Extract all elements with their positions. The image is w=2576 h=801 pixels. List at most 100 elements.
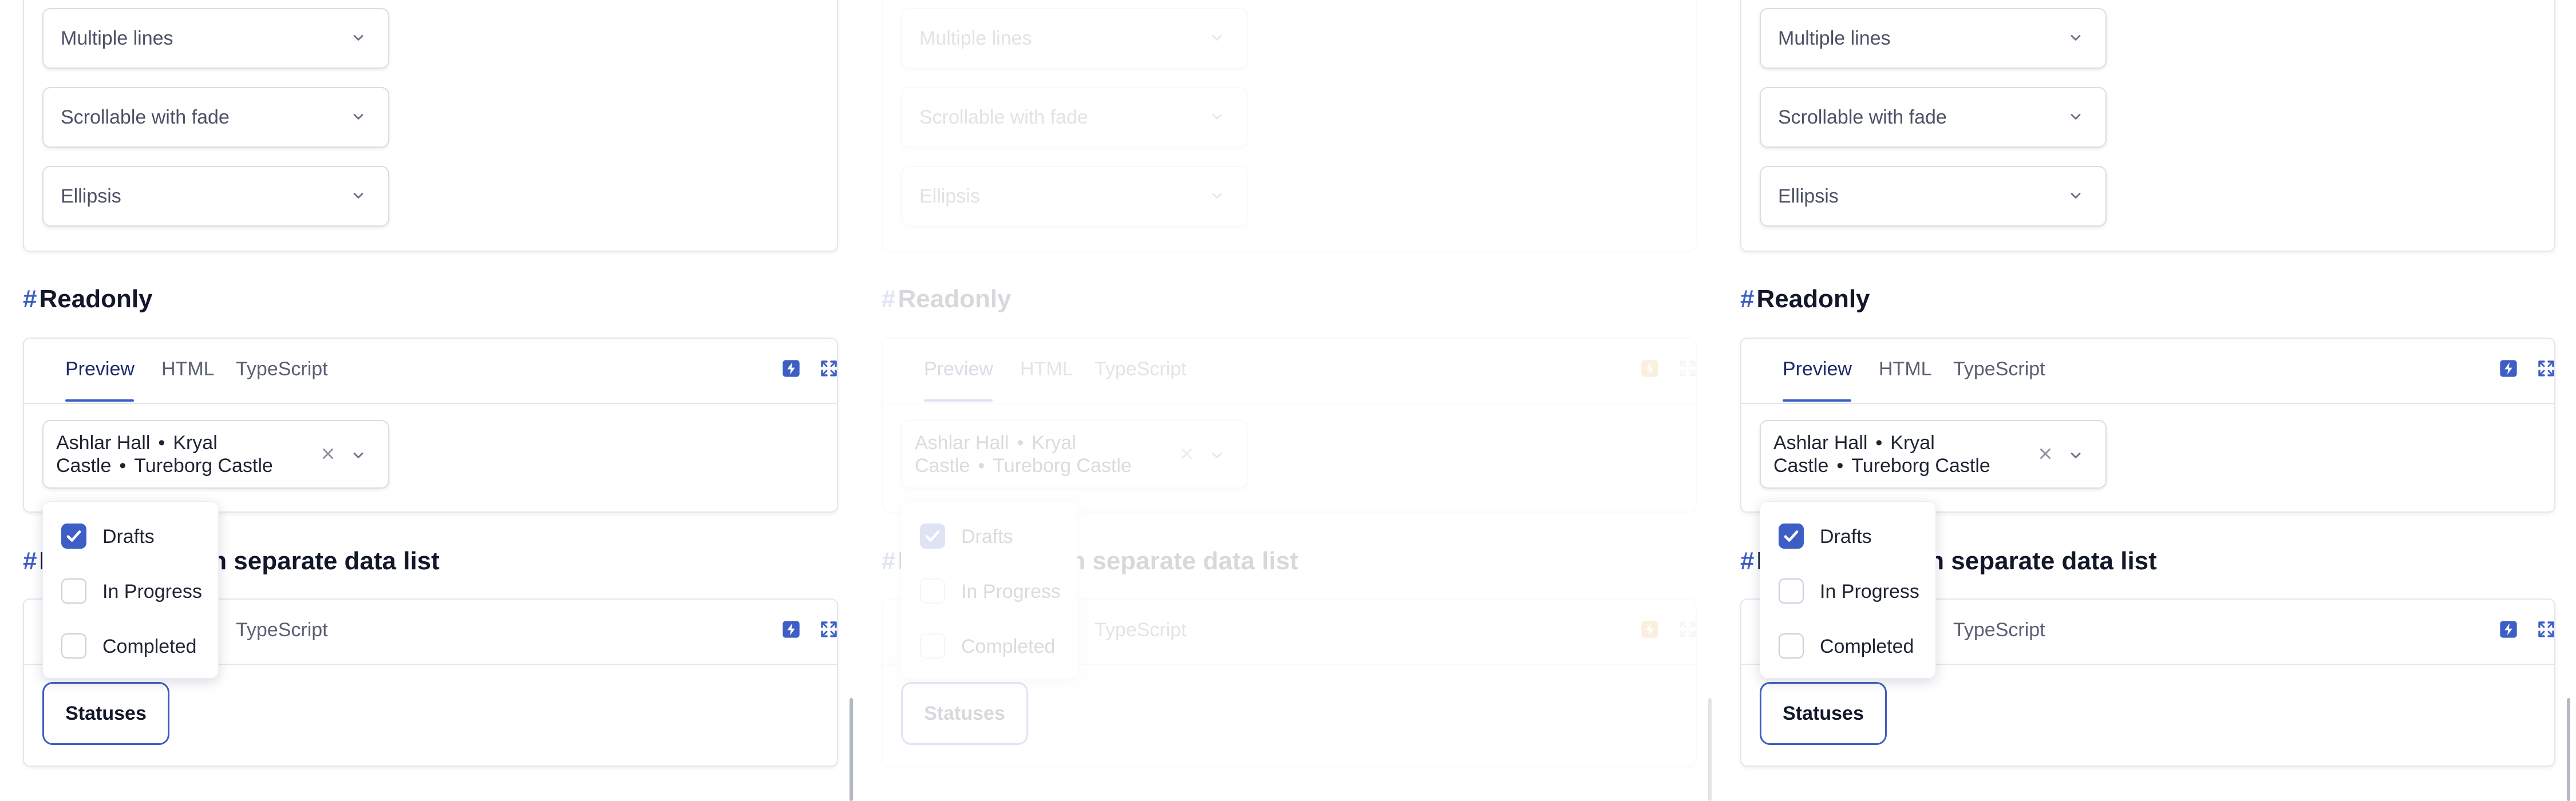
statuses-button[interactable]: Statuses (901, 682, 1028, 745)
tabs: Preview HTML TypeScript (24, 339, 837, 404)
select-2[interactable]: Ellipsis (1760, 166, 2107, 227)
fullscreen-icon[interactable] (2537, 359, 2555, 378)
tab-html[interactable]: HTML (161, 358, 215, 380)
selected-value: Ashlar Hall (1773, 432, 1868, 454)
close-icon[interactable] (2038, 446, 2053, 461)
scrollbar-thumb[interactable] (850, 698, 853, 801)
readonly-multiselect[interactable]: Ashlar Hall • Kryal Castle • Tureborg Castle (901, 420, 1248, 489)
checkbox[interactable] (1779, 633, 1804, 659)
chevron-down-icon[interactable] (350, 447, 366, 463)
select-label: Multiple lines (61, 27, 173, 49)
select-label: Scrollable with fade (1778, 106, 1947, 128)
value-separator: • (1875, 432, 1883, 454)
select-0[interactable]: Multiple lines (1760, 8, 2107, 69)
select-0[interactable]: Multiple lines (901, 8, 1248, 69)
tab-typescript[interactable]: TypeScript (1953, 358, 2045, 380)
close-icon[interactable] (321, 446, 335, 461)
selected-value: Ashlar Hall (56, 432, 151, 454)
fullscreen-icon[interactable] (1678, 359, 1697, 378)
fullscreen-icon[interactable] (820, 620, 838, 639)
option-label: In Progress (961, 581, 1061, 602)
status-dropdown: Drafts In Progress Completed (1760, 501, 1936, 679)
selected-values: Ashlar Hall • Kryal Castle • Tureborg Castle (915, 431, 1167, 477)
chevron-down-icon (1209, 109, 1225, 125)
active-tab-indicator (1783, 399, 1851, 402)
tab-typescript[interactable]: TypeScript (236, 619, 328, 641)
chevron-down-icon (350, 188, 366, 204)
fullscreen-icon[interactable] (1678, 620, 1697, 639)
option-label: Drafts (1820, 526, 1872, 548)
tab-typescript[interactable]: TypeScript (1953, 619, 2045, 641)
hash-icon: # (882, 285, 896, 313)
stackblitz-icon[interactable] (2499, 620, 2518, 639)
select-1[interactable]: Scrollable with fade (1760, 87, 2107, 148)
tab-html[interactable]: HTML (1879, 358, 1932, 380)
fullscreen-icon[interactable] (820, 359, 838, 378)
checkbox[interactable] (61, 578, 86, 604)
checkbox[interactable] (920, 524, 945, 549)
chevron-down-icon (2068, 188, 2084, 204)
checkbox[interactable] (61, 524, 86, 549)
tab-typescript[interactable]: TypeScript (1095, 358, 1187, 380)
chevron-down-icon[interactable] (2068, 447, 2084, 463)
checkbox[interactable] (920, 633, 945, 659)
checkbox[interactable] (1779, 578, 1804, 604)
value-separator: • (978, 455, 985, 477)
status-dropdown: Drafts In Progress Completed (901, 501, 1077, 679)
select-1[interactable]: Scrollable with fade (901, 87, 1248, 148)
select-label: Ellipsis (61, 185, 121, 207)
tabs: Preview HTML TypeScript (883, 339, 1696, 404)
scrollbar-thumb[interactable] (1708, 698, 1712, 801)
selected-value: Tureborg Castle (993, 455, 1132, 477)
option-label: Drafts (102, 526, 155, 548)
stackblitz-icon[interactable] (782, 359, 800, 378)
active-tab-indicator (924, 399, 993, 402)
select-2[interactable]: Ellipsis (42, 166, 389, 227)
stackblitz-icon[interactable] (1641, 359, 1659, 378)
section-heading-readonly: #Readonly (882, 285, 1012, 314)
readonly-multiselect[interactable]: Ashlar Hall • Kryal Castle • Tureborg Castle (42, 420, 389, 489)
tab-html[interactable]: HTML (1020, 358, 1073, 380)
select-label: Scrollable with fade (919, 106, 1088, 128)
readonly-multiselect[interactable]: Ashlar Hall • Kryal Castle • Tureborg Castle (1760, 420, 2107, 489)
option-label: In Progress (102, 581, 202, 602)
statuses-button[interactable]: Statuses (1760, 682, 1887, 745)
statuses-button[interactable]: Statuses (42, 682, 169, 745)
chevron-down-icon (2068, 30, 2084, 46)
chevron-down-icon[interactable] (1209, 447, 1225, 463)
demo-panel: Multiple lines Scrollable with fade Ellips… (859, 0, 1717, 801)
tab-preview[interactable]: Preview (924, 358, 993, 380)
demo-panel: Multiple lines Scrollable with fade Ellips… (0, 0, 859, 801)
select-1[interactable]: Scrollable with fade (42, 87, 389, 148)
checkbox[interactable] (61, 633, 86, 659)
select-label: Ellipsis (1778, 185, 1839, 207)
value-separator: • (1017, 432, 1024, 454)
close-icon[interactable] (1179, 446, 1194, 461)
hash-icon: # (882, 547, 896, 575)
section-heading-readonly: #Readonly (23, 285, 153, 314)
heading-text: Readonly (898, 285, 1012, 313)
tab-preview[interactable]: Preview (1783, 358, 1852, 380)
hash-icon: # (23, 547, 37, 575)
select-2[interactable]: Ellipsis (901, 166, 1248, 227)
heading-text: Readonly (39, 285, 153, 313)
value-separator: • (158, 432, 165, 454)
chevron-down-icon (2068, 109, 2084, 125)
option-label: Drafts (961, 526, 1013, 548)
stackblitz-icon[interactable] (782, 620, 800, 639)
checkbox[interactable] (1779, 524, 1804, 549)
tabs: Preview HTML TypeScript (1741, 339, 2554, 404)
fullscreen-icon[interactable] (2537, 620, 2555, 639)
tab-preview[interactable]: Preview (65, 358, 135, 380)
stackblitz-icon[interactable] (2499, 359, 2518, 378)
value-separator: • (119, 455, 127, 477)
scrollbar-thumb[interactable] (2567, 698, 2570, 801)
select-0[interactable]: Multiple lines (42, 8, 389, 69)
select-label: Multiple lines (919, 27, 1032, 49)
option-label: Completed (102, 636, 197, 657)
tab-typescript[interactable]: TypeScript (236, 358, 328, 380)
tab-typescript[interactable]: TypeScript (1095, 619, 1187, 641)
selected-value: Tureborg Castle (1851, 455, 1990, 477)
stackblitz-icon[interactable] (1641, 620, 1659, 639)
checkbox[interactable] (920, 578, 945, 604)
